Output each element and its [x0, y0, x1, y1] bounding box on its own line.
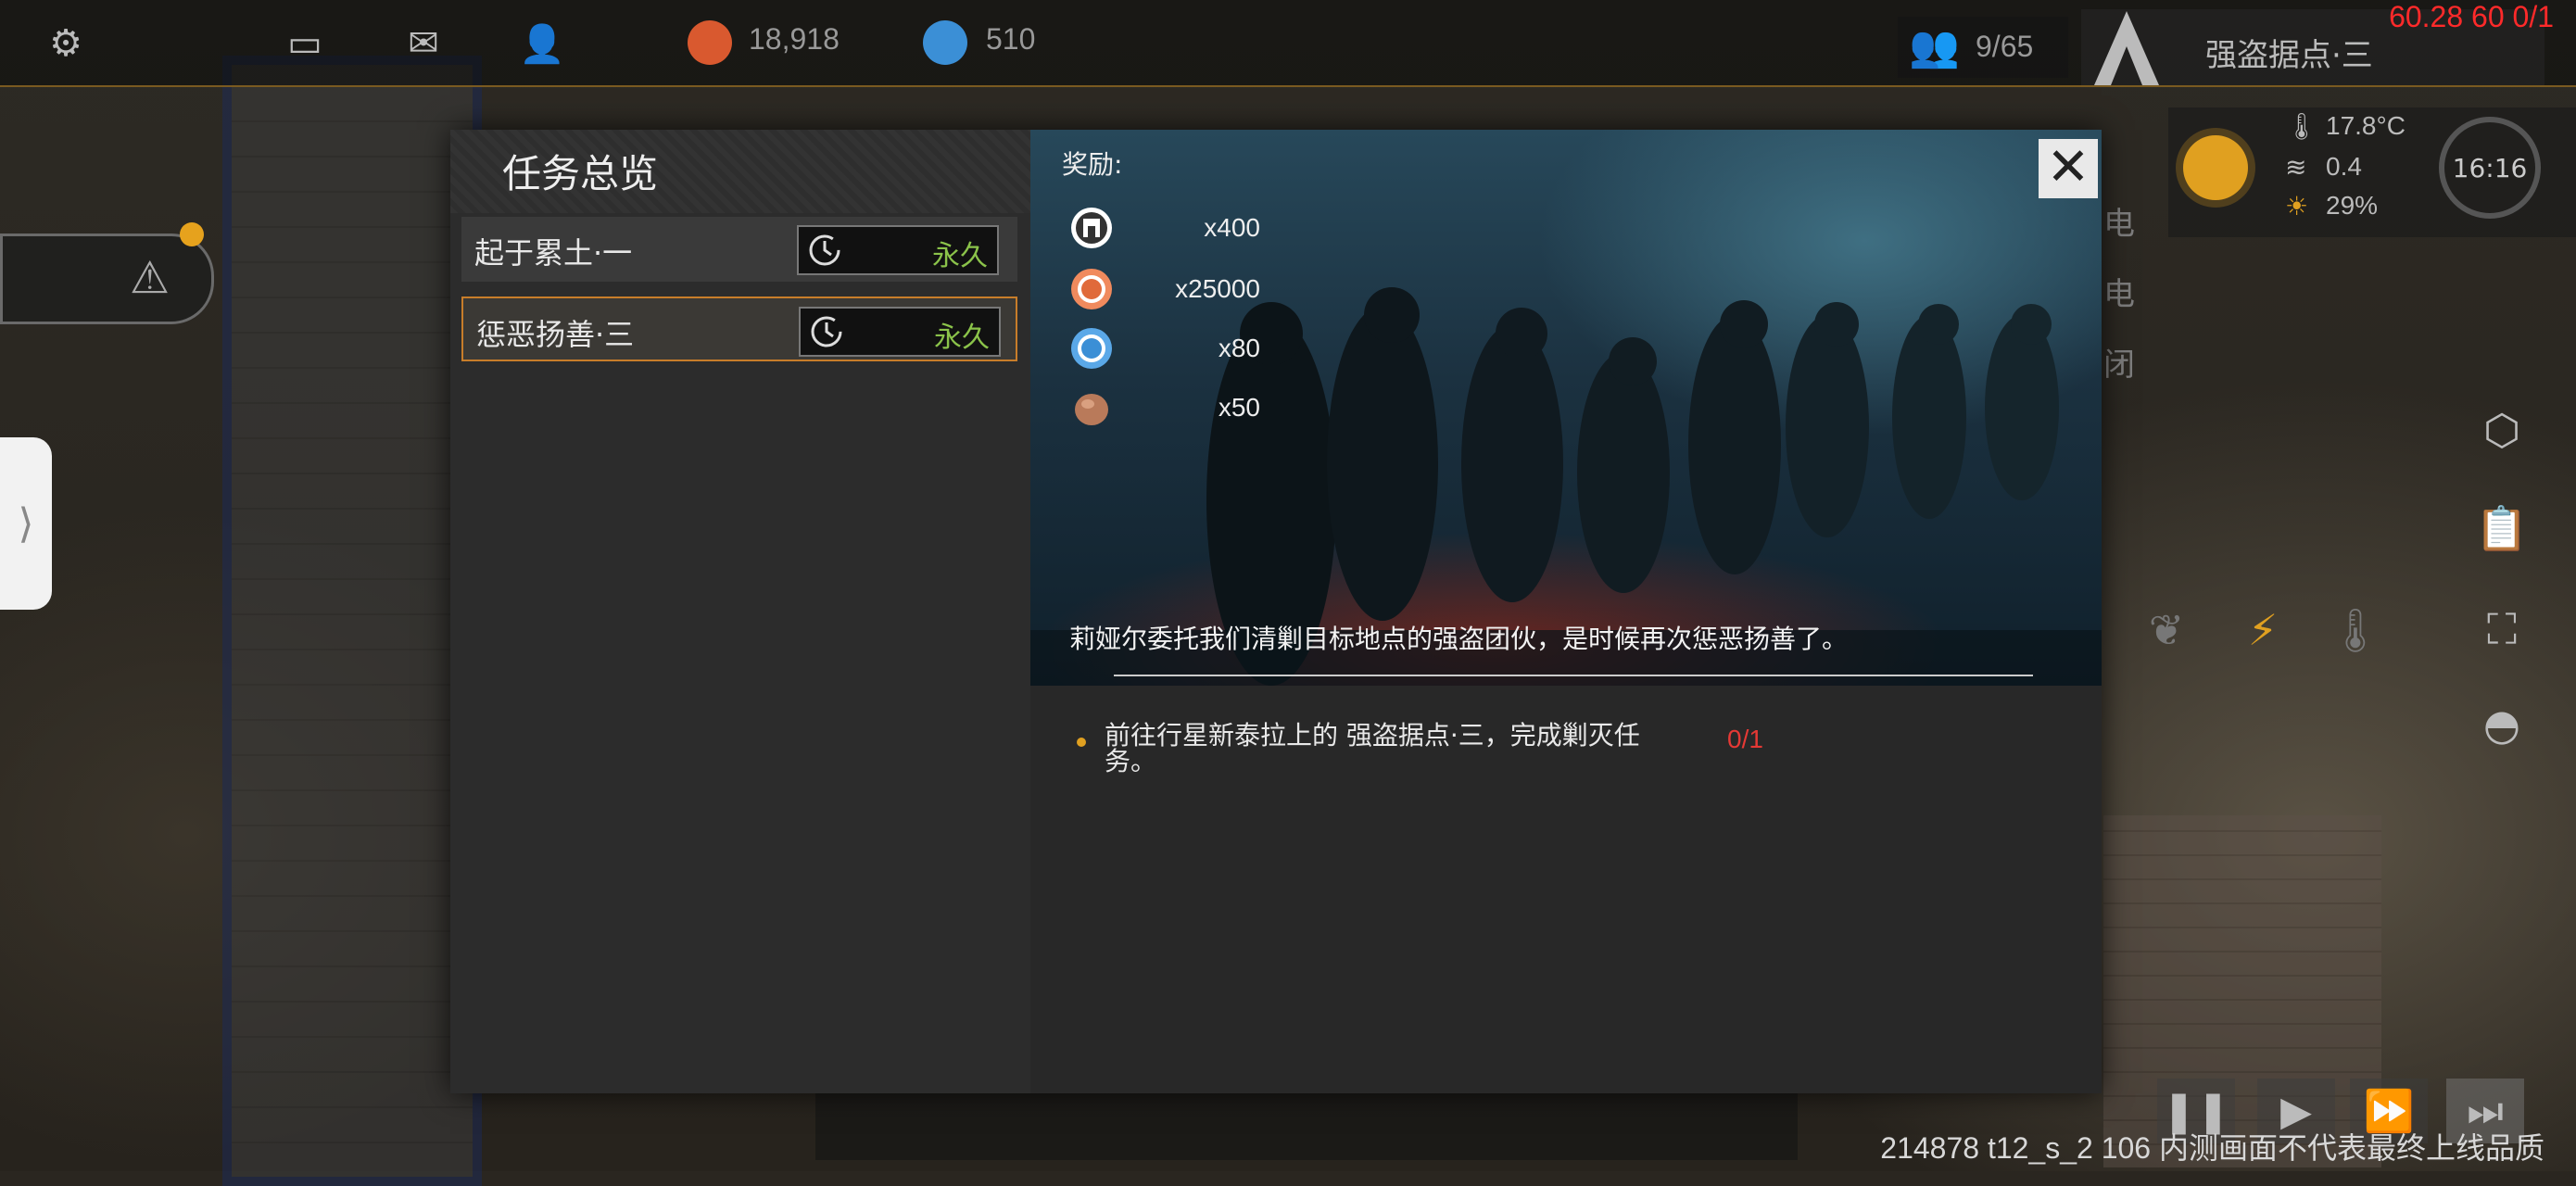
quest-detail-panel: 奖励: x400 x25000 x80 x50 莉娅尔委托我们清剿目标地点的强盗… — [1030, 130, 2102, 1093]
divider — [1114, 675, 2033, 676]
bullet-icon — [1077, 738, 1086, 747]
reward-quantity: x400 — [1204, 213, 1260, 242]
blue-coin-icon — [1071, 328, 1112, 369]
quest-name: 起于累土·一 — [474, 235, 633, 271]
sunlight-value: 29% — [2326, 191, 2379, 220]
quest-overview-dialog: 任务总览 起于累土·一 永久 惩恶扬善·三 永久 奖励: x400 x25000… — [450, 130, 2102, 1093]
objective-text: 前往行星新泰拉上的 强盗据点·三，完成剿灭任务。 — [1105, 720, 1640, 776]
resource-a-value: 18,918 — [749, 22, 840, 56]
fps-readout: 60.28 60 0/1 — [2389, 0, 2554, 33]
dialog-title: 任务总览 — [502, 151, 659, 196]
blue-coin-icon — [923, 20, 967, 65]
population-icon: 👥 — [1909, 23, 1960, 70]
side-label: 电 — [2103, 206, 2135, 243]
quest-name: 惩恶扬善·三 — [476, 317, 635, 352]
quest-list-item-selected[interactable]: 惩恶扬善·三 永久 — [461, 296, 1017, 361]
sunlight-icon: ☀ — [2285, 192, 2309, 221]
quest-timer: 永久 — [797, 225, 999, 275]
wind-icon: ≋ — [2285, 153, 2307, 182]
clock-icon — [811, 316, 842, 347]
quest-duration: 永久 — [934, 322, 990, 354]
terrain-structure — [2103, 815, 2381, 1167]
base-structure — [222, 56, 482, 1186]
side-label: 闭 — [2103, 347, 2135, 384]
warning-icon: ⚠ — [130, 252, 170, 304]
red-coin-icon — [1071, 269, 1112, 309]
panel-header: 任务总览 — [450, 130, 1030, 213]
cube-rotate-icon[interactable]: ⬡ — [2474, 402, 2530, 458]
clipboard-icon[interactable]: 📋 — [2474, 500, 2530, 556]
person-icon[interactable]: 👤 — [519, 20, 565, 67]
quest-banner-image: 奖励: x400 x25000 x80 x50 莉娅尔委托我们清剿目标地点的强盗… — [1030, 130, 2102, 686]
reward-quantity: x50 — [1218, 393, 1260, 422]
side-label: 电 — [2103, 276, 2135, 313]
faction-logo-icon — [2094, 11, 2159, 85]
sun-icon — [2183, 135, 2248, 200]
population-value: 9/65 — [1976, 30, 2034, 63]
ore-icon — [1075, 394, 1108, 425]
reward-item: x25000 — [1069, 267, 1260, 313]
globe-icon[interactable]: ◓ — [2474, 697, 2530, 752]
tech-chip-icon — [1071, 208, 1112, 248]
scan-icon[interactable]: ⛶ — [2474, 602, 2530, 658]
close-icon[interactable]: ✕ — [2039, 139, 2098, 198]
gear-icon[interactable]: ⚙ — [43, 20, 89, 67]
temperature-value: 17.8°C — [2326, 111, 2406, 140]
resource-b-value: 510 — [986, 22, 1036, 56]
population-display[interactable]: 👥 9/65 — [1898, 17, 2068, 78]
quest-duration: 永久 — [932, 240, 988, 272]
reward-item: x80 — [1069, 326, 1260, 372]
chevron-right-icon: ⟩ — [18, 499, 34, 548]
mail-icon[interactable]: ✉ — [400, 20, 447, 67]
temperature-overlay-icon[interactable]: 🌡 — [2328, 602, 2383, 658]
quest-description: 莉娅尔委托我们清剿目标地点的强盗团伙，是时候再次惩恶扬善了。 — [1069, 624, 1849, 654]
top-bar: ⚙ ▭ ✉ 👤 18,918 510 👥 9/65 强盗据点·三 60.28 6… — [0, 0, 2576, 87]
quest-list-item[interactable]: 起于累土·一 永久 — [461, 217, 1017, 282]
wind-value: 0.4 — [2326, 152, 2362, 181]
objective-progress: 0/1 — [1727, 725, 1763, 753]
reward-item: x400 — [1069, 206, 1260, 252]
red-coin-icon — [688, 20, 732, 65]
build-info-text: 214878 t12_s_2 106 内测画面不代表最终上线品质 — [1880, 1131, 2544, 1165]
chat-icon[interactable]: ▭ — [282, 20, 328, 67]
quest-timer: 永久 — [799, 307, 1001, 357]
clock-icon — [809, 234, 840, 266]
plant-icon[interactable]: ❦ — [2139, 602, 2194, 658]
power-icon[interactable]: ⚡ — [2235, 602, 2291, 658]
rewards-label: 奖励: — [1062, 149, 1123, 180]
location-name: 强盗据点·三 — [2205, 37, 2373, 74]
side-drawer-toggle[interactable]: ⟩ — [0, 437, 52, 610]
reward-quantity: x80 — [1218, 334, 1260, 362]
alert-button[interactable] — [0, 233, 214, 324]
notification-dot — [180, 222, 204, 246]
reward-item: x50 — [1069, 385, 1260, 432]
game-clock[interactable]: 16:16 — [2439, 117, 2541, 219]
reward-quantity: x25000 — [1175, 274, 1260, 303]
thermometer-icon: 🌡 — [2285, 112, 2318, 141]
quest-list-panel: 任务总览 起于累土·一 永久 惩恶扬善·三 永久 — [450, 130, 1030, 1093]
build-toolbar[interactable] — [815, 1086, 1798, 1160]
